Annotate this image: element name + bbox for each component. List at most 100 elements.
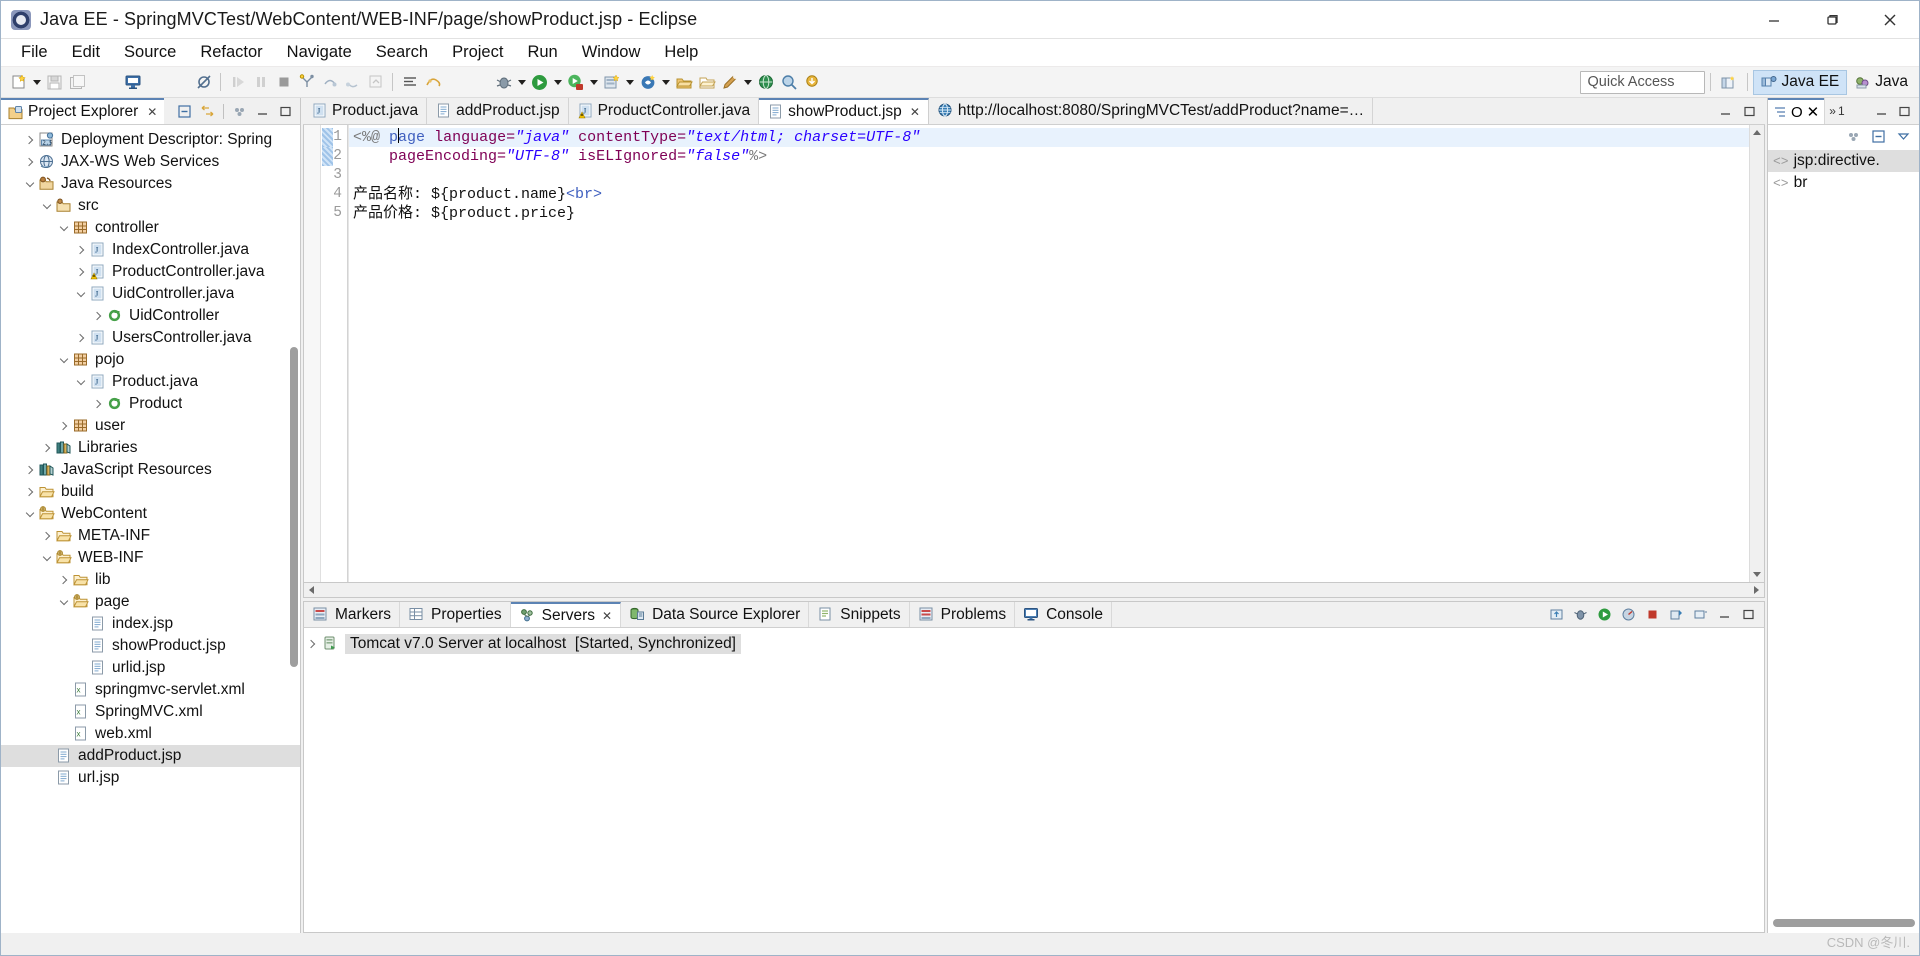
tree-item-controller[interactable]: controller (1, 217, 300, 239)
profile-server-icon[interactable] (1618, 604, 1639, 625)
minimize-icon[interactable] (1871, 101, 1892, 122)
chevron-right-icon[interactable] (22, 129, 38, 151)
chevron-right-icon[interactable] (56, 569, 72, 591)
bottom-tab-properties[interactable]: Properties (400, 602, 511, 627)
edit-pen-icon[interactable] (718, 71, 741, 94)
scroll-right-icon[interactable] (1749, 583, 1764, 598)
collapse-all-icon[interactable] (174, 101, 195, 122)
maximize-icon[interactable] (1803, 1, 1861, 39)
skip-breakpoints-icon[interactable] (192, 71, 215, 94)
tree-item-build[interactable]: build (1, 481, 300, 503)
outline-horizontal-scrollbar[interactable] (1773, 919, 1915, 927)
chevron-right-icon[interactable] (22, 151, 38, 173)
maximize-icon[interactable] (1894, 101, 1915, 122)
minimize-icon[interactable] (1715, 101, 1736, 122)
minimize-icon[interactable] (252, 101, 273, 122)
tree-item-web-inf[interactable]: WEB-INF (1, 547, 300, 569)
chevron-down-icon[interactable] (73, 283, 89, 305)
bottom-tab-problems[interactable]: Problems (910, 602, 1016, 627)
tree-item-meta-inf[interactable]: META-INF (1, 525, 300, 547)
editor-tab-http-localhost-8080-springmvctest-addpro[interactable]: http://localhost:8080/SpringMVCTest/addP… (928, 98, 1374, 124)
link-with-editor-icon[interactable] (197, 101, 218, 122)
console-view-icon[interactable] (121, 71, 144, 94)
tree-item-showproduct-jsp[interactable]: showProduct.jsp (1, 635, 300, 657)
tree-item-url-jsp[interactable]: url.jsp (1, 767, 300, 789)
minimized-views-tab[interactable]: » 1 (1824, 98, 1849, 124)
tree-scrollbar-thumb[interactable] (290, 347, 298, 667)
save-icon[interactable] (43, 71, 66, 94)
scroll-left-icon[interactable] (304, 583, 319, 598)
server-row[interactable]: Tomcat v7.0 Server at localhost [Started… (304, 633, 1764, 655)
open-browser-icon[interactable] (754, 71, 777, 94)
menu-project[interactable]: Project (440, 41, 515, 64)
new-wizard-dropdown-icon[interactable] (30, 71, 43, 94)
open-resource-icon[interactable] (695, 71, 718, 94)
minimize-icon[interactable] (1714, 604, 1735, 625)
perspective-java[interactable]: Java (1847, 70, 1915, 95)
bottom-tab-data-source-explorer[interactable]: Data Source Explorer (621, 602, 810, 627)
chevron-right-icon[interactable] (90, 305, 106, 327)
publish-icon[interactable] (1546, 604, 1567, 625)
sort-icon[interactable] (1843, 126, 1864, 147)
outline-item-br[interactable]: <> br (1768, 172, 1919, 194)
tree-item-java-resources[interactable]: Java Resources (1, 173, 300, 195)
bottom-tab-markers[interactable]: Markers (304, 602, 400, 627)
tree-item-web-xml[interactable]: x web.xml (1, 723, 300, 745)
chevron-down-icon[interactable] (56, 217, 72, 239)
scroll-up-icon[interactable] (1750, 125, 1764, 140)
tree-item-userscontroller-java[interactable]: J UsersController.java (1, 327, 300, 349)
menu-refactor[interactable]: Refactor (188, 41, 274, 64)
new-server-icon[interactable] (600, 71, 623, 94)
code-text[interactable]: <%@ page language="java" contentType="te… (349, 125, 1749, 582)
close-icon[interactable]: ✕ (602, 609, 612, 623)
stop-server-icon[interactable] (1642, 604, 1663, 625)
close-icon[interactable] (1861, 1, 1919, 39)
outline-item-jsp-directive[interactable]: <> jsp:directive. (1768, 150, 1919, 172)
tree-item-lib[interactable]: lib (1, 569, 300, 591)
editor-tab-showproduct-jsp[interactable]: showProduct.jsp ✕ (759, 98, 929, 124)
next-annotation-icon[interactable] (398, 71, 421, 94)
chevron-down-icon[interactable] (39, 547, 55, 569)
code-editor[interactable]: 12345 <%@ page language="java" contentTy… (303, 125, 1765, 583)
menu-edit[interactable]: Edit (60, 41, 112, 64)
code-line[interactable] (349, 166, 1749, 185)
chevron-right-icon[interactable] (73, 327, 89, 349)
tree-item-springmvc-xml[interactable]: x SpringMVC.xml (1, 701, 300, 723)
maximize-icon[interactable] (1738, 604, 1759, 625)
editor-horizontal-scrollbar[interactable] (303, 583, 1765, 598)
server-menu-icon[interactable] (1690, 604, 1711, 625)
save-all-icon[interactable] (66, 71, 89, 94)
chevron-right-icon[interactable] (39, 525, 55, 547)
tree-item-page[interactable]: page (1, 591, 300, 613)
toggle-mark-occurrences-icon[interactable] (421, 71, 444, 94)
editor-vertical-scrollbar[interactable] (1749, 125, 1764, 582)
chevron-right-icon[interactable] (22, 481, 38, 503)
code-line[interactable]: 产品价格: ${product.price} (349, 204, 1749, 223)
chevron-down-icon[interactable] (73, 371, 89, 393)
close-icon[interactable]: ✕ (910, 105, 920, 119)
editor-tab-addproduct-jsp[interactable]: addProduct.jsp (427, 98, 569, 124)
open-type-icon[interactable] (672, 71, 695, 94)
menu-file[interactable]: File (9, 41, 60, 64)
bottom-tab-snippets[interactable]: Snippets (809, 602, 910, 627)
chevron-right-icon[interactable] (90, 393, 106, 415)
scroll-down-icon[interactable] (1750, 567, 1764, 582)
maximize-icon[interactable] (275, 101, 296, 122)
start-server-icon[interactable] (1594, 604, 1615, 625)
servers-view-body[interactable]: Tomcat v7.0 Server at localhost [Started… (303, 628, 1765, 933)
tree-item-jax-ws-web-services[interactable]: JAX-WS Web Services (1, 151, 300, 173)
tree-item-user[interactable]: user (1, 415, 300, 437)
tree-item-urlid-jsp[interactable]: urlid.jsp (1, 657, 300, 679)
spring-dropdown-icon[interactable] (659, 71, 672, 94)
download-icon[interactable] (800, 71, 823, 94)
close-icon[interactable]: ✕ (1807, 103, 1820, 121)
spring-tools-icon[interactable] (636, 71, 659, 94)
tree-item-index-jsp[interactable]: index.jsp (1, 613, 300, 635)
chevron-down-icon[interactable] (56, 591, 72, 613)
editor-tab-product-java[interactable]: J Product.java (303, 98, 428, 124)
chevron-right-icon[interactable] (73, 261, 89, 283)
tree-item-uidcontroller-java[interactable]: J UidController.java (1, 283, 300, 305)
code-line[interactable]: pageEncoding="UTF-8" isELIgnored="false"… (349, 147, 1749, 166)
view-menu-icon[interactable] (229, 101, 250, 122)
chevron-right-icon[interactable] (39, 437, 55, 459)
